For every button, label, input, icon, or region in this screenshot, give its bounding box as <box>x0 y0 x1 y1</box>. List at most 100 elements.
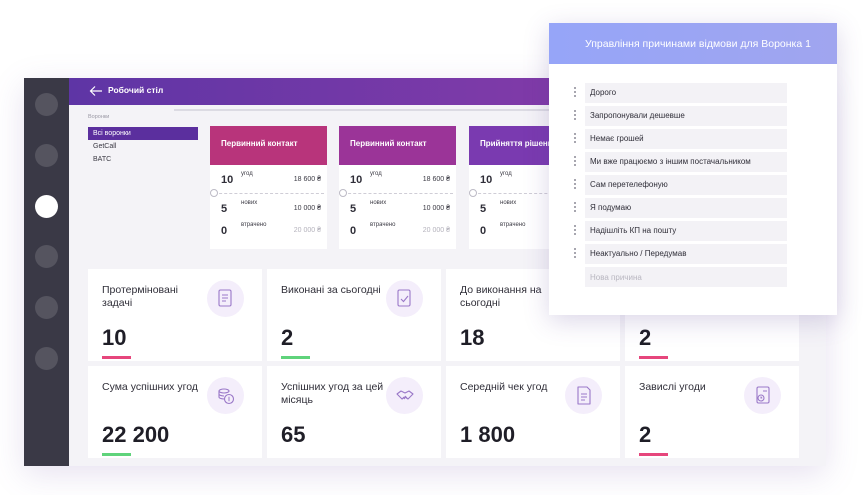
kpi-card-avg-check[interactable]: Середній чек угод 1 800 <box>446 366 620 458</box>
stage-row-new: 5 нових 10 000 ₴ <box>221 200 321 215</box>
back-arrow-icon[interactable] <box>89 85 103 97</box>
refusal-reasons-dialog: Управління причинами відмови для Воронка… <box>549 23 837 315</box>
progress-divider <box>174 109 554 111</box>
stage-title: Первинний контакт <box>339 126 456 165</box>
stage-row-deals: 10 угод 18 600 ₴ <box>221 171 321 186</box>
drag-handle-icon[interactable] <box>574 179 577 190</box>
receipt-icon <box>565 377 602 414</box>
reason-field[interactable]: Сам перетелефоную <box>585 175 787 195</box>
stage-amount: 20 000 ₴ <box>293 227 321 234</box>
kpi-title: Успішних угод за цей місяць <box>281 381 384 406</box>
stage-row-lost: 0 втрачено 20 000 ₴ <box>350 222 450 237</box>
stage-count: 5 <box>221 203 228 215</box>
reason-field[interactable]: Я подумаю <box>585 198 787 218</box>
stage-connector-node <box>210 189 218 197</box>
kpi-accent-bar <box>639 356 668 359</box>
drag-handle-icon[interactable] <box>574 202 577 213</box>
stage-amount: 10 000 ₴ <box>293 205 321 212</box>
kpi-card-done-today[interactable]: Виконані за сьогодні 2 <box>267 269 441 361</box>
stage-connector-node <box>339 189 347 197</box>
dialog-title: Управління причинами відмови для Воронка… <box>585 38 811 50</box>
stage-count: 10 <box>350 174 363 186</box>
kpi-title: До виконання на сьогодні <box>460 284 542 309</box>
stage-connector <box>343 193 453 194</box>
stage-amount: 18 600 ₴ <box>293 176 321 183</box>
reason-field[interactable]: Запропонували дешевше <box>585 106 787 126</box>
kpi-card-success-sum[interactable]: Сума успішних угод 22 200 <box>88 366 262 458</box>
drag-handle-icon[interactable] <box>574 225 577 236</box>
stage-title: Первинний контакт <box>210 126 327 165</box>
stage-row-lost: 0 втрачено 20 000 ₴ <box>221 222 321 237</box>
drag-handle-icon[interactable] <box>574 248 577 259</box>
rail-nav-dot[interactable] <box>35 245 58 268</box>
rail-nav-dot[interactable] <box>35 296 58 319</box>
stage-count-label: нових <box>370 200 387 206</box>
kpi-accent-bar <box>102 356 131 359</box>
funnel-item-getcall[interactable]: GetCall <box>88 140 198 153</box>
stage-count-label: втрачено <box>500 222 526 228</box>
kpi-value: 2 <box>281 325 294 350</box>
rail-nav-dot[interactable] <box>35 93 58 116</box>
kpi-value: 22 200 <box>102 422 170 447</box>
kpi-title: Протерміновані задачі <box>102 284 178 309</box>
stage-count-label: угод <box>370 171 382 177</box>
stage-card[interactable]: Первинний контакт 10 угод 18 600 ₴ 5 нов… <box>210 126 327 249</box>
coins-icon <box>207 377 244 414</box>
stage-count-label: нових <box>500 200 517 206</box>
stage-count-label: втрачено <box>370 222 396 228</box>
stage-amount: 20 000 ₴ <box>422 227 450 234</box>
drag-handle-icon[interactable] <box>574 87 577 98</box>
kpi-value: 2 <box>639 325 652 350</box>
kpi-accent-bar <box>281 356 310 359</box>
new-reason-input[interactable] <box>585 267 787 287</box>
drag-handle-icon[interactable] <box>574 156 577 167</box>
kpi-value: 18 <box>460 325 485 350</box>
reason-field[interactable]: Неактуально / Передумав <box>585 244 787 264</box>
dialog-header: Управління причинами відмови для Воронка… <box>549 23 837 64</box>
page-title: Робочий стіл <box>108 85 164 95</box>
handshake-icon <box>386 377 423 414</box>
stage-row-new: 5 нових 10 000 ₴ <box>350 200 450 215</box>
stage-count-label: угод <box>241 171 253 177</box>
stage-count: 0 <box>350 225 357 237</box>
kpi-title: Середній чек угод <box>460 381 548 393</box>
kpi-title: Виконані за сьогодні <box>281 284 381 296</box>
stage-count: 5 <box>350 203 357 215</box>
stage-count: 0 <box>221 225 228 237</box>
stage-count: 5 <box>480 203 487 215</box>
kpi-card-stuck-deals[interactable]: Завислі угоди 2 <box>625 366 799 458</box>
stuck-deal-icon <box>744 377 781 414</box>
stage-count: 0 <box>480 225 487 237</box>
funnel-item-all[interactable]: Всі воронки <box>88 127 198 140</box>
stage-count: 10 <box>480 174 493 186</box>
rail-nav-dot-active[interactable] <box>35 195 58 218</box>
kpi-value: 65 <box>281 422 306 447</box>
stage-card[interactable]: Первинний контакт 10 угод 18 600 ₴ 5 нов… <box>339 126 456 249</box>
stage-connector-node <box>469 189 477 197</box>
reason-field[interactable]: Немає грошей <box>585 129 787 149</box>
kpi-card-overdue-tasks[interactable]: Протерміновані задачі 10 <box>88 269 262 361</box>
kpi-accent-bar <box>102 453 131 456</box>
funnels-label: Воронки <box>88 114 110 120</box>
task-done-icon <box>386 280 423 317</box>
task-list-icon <box>207 280 244 317</box>
kpi-value: 1 800 <box>460 422 516 447</box>
kpi-value: 2 <box>639 422 652 447</box>
funnel-item-batc[interactable]: BATC <box>88 153 198 166</box>
rail-nav-dot[interactable] <box>35 144 58 167</box>
reason-field[interactable]: Надішліть КП на пошту <box>585 221 787 241</box>
rail-nav-dot[interactable] <box>35 347 58 370</box>
reason-field[interactable]: Дорого <box>585 83 787 103</box>
stage-amount: 18 600 ₴ <box>422 176 450 183</box>
stage-row-deals: 10 угод 18 600 ₴ <box>350 171 450 186</box>
kpi-accent-bar <box>639 453 668 456</box>
reason-field[interactable]: Ми вже працюємо з іншим постачальником <box>585 152 787 172</box>
stage-amount: 10 000 ₴ <box>422 205 450 212</box>
kpi-title: Завислі угоди <box>639 381 706 393</box>
drag-handle-icon[interactable] <box>574 110 577 121</box>
kpi-card-success-month[interactable]: Успішних угод за цей місяць 65 <box>267 366 441 458</box>
drag-handle-icon[interactable] <box>574 133 577 144</box>
kpi-title: Сума успішних угод <box>102 381 198 393</box>
funnel-list: Всі воронки GetCall BATC <box>88 127 198 166</box>
stage-count: 10 <box>221 174 234 186</box>
